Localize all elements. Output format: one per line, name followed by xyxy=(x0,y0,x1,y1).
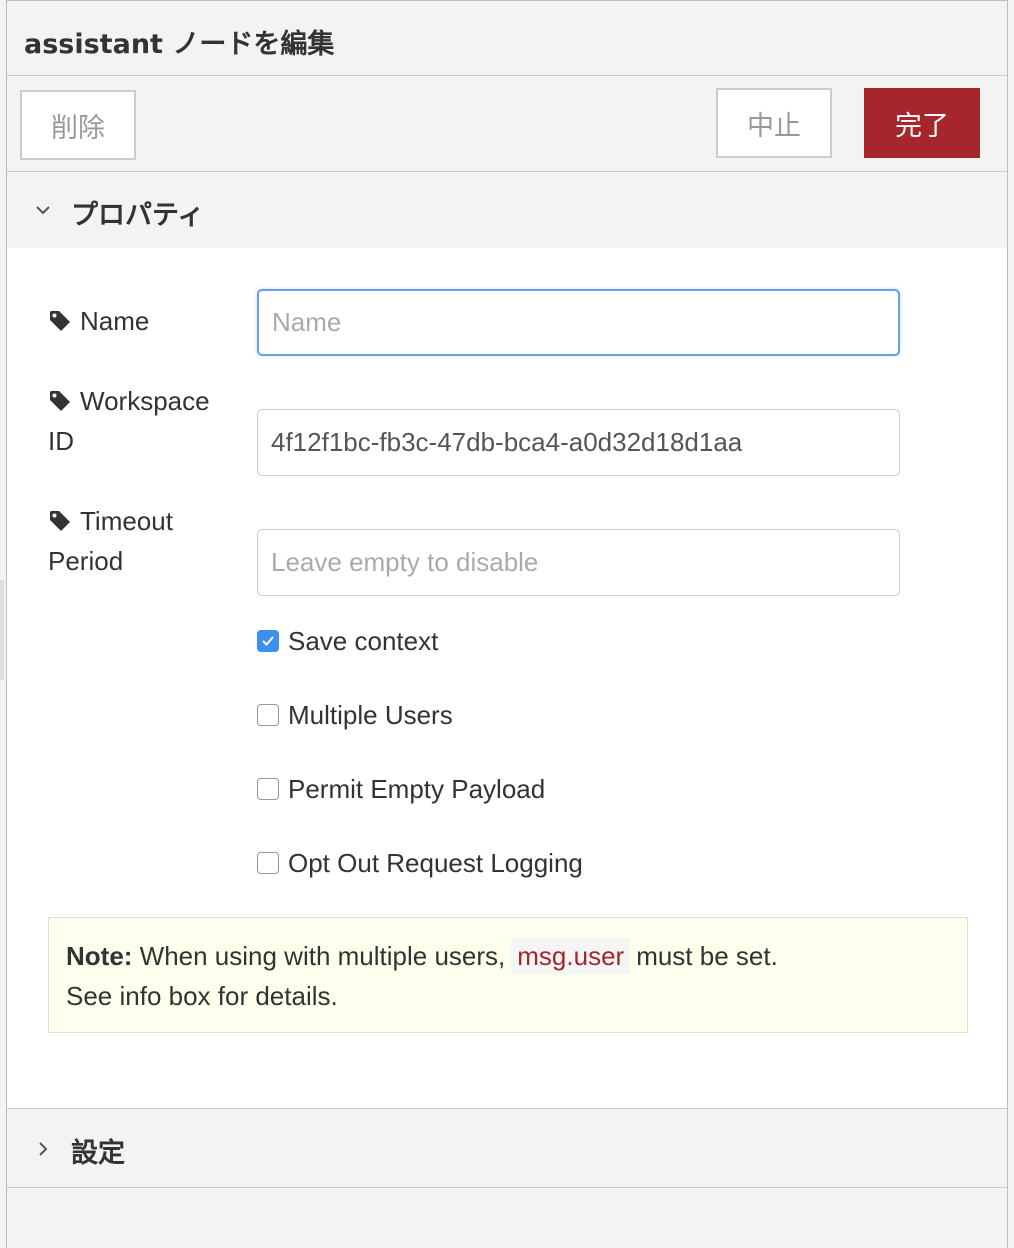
workspace-id-label: Workspace ID xyxy=(48,381,228,461)
timeout-period-label-line1: Timeout xyxy=(80,506,173,536)
save-context-label: Save context xyxy=(288,625,439,656)
settings-section-label: 設定 xyxy=(71,1138,125,1169)
timeout-period-input[interactable] xyxy=(257,529,900,596)
timeout-period-label-line2: Period xyxy=(48,546,124,576)
tray-header: assistant ノードを編集 xyxy=(7,1,1007,76)
note-bold-prefix: Note: xyxy=(66,941,133,971)
name-label-text: Name xyxy=(80,306,150,336)
permit-empty-payload-row[interactable]: Permit Empty Payload xyxy=(257,769,545,809)
save-context-row[interactable]: Save context xyxy=(257,621,438,661)
properties-section-header[interactable]: プロパティ xyxy=(7,172,1007,248)
multiple-users-note: Note: When using with multiple users, msg… xyxy=(48,917,968,1033)
multiple-users-checkbox[interactable] xyxy=(257,704,279,726)
chevron-right-icon xyxy=(39,1142,48,1156)
opt-out-request-logging-row[interactable]: Opt Out Request Logging xyxy=(257,843,583,883)
editor-edge-handle xyxy=(0,580,4,680)
multiple-users-label: Multiple Users xyxy=(288,699,453,730)
workspace-id-label-line1: Workspace xyxy=(80,386,210,416)
name-input[interactable] xyxy=(257,289,900,356)
permit-empty-payload-checkbox[interactable] xyxy=(257,778,279,800)
properties-section-label: プロパティ xyxy=(71,200,205,231)
name-label: Name xyxy=(48,301,228,341)
save-context-checkbox[interactable] xyxy=(257,630,279,652)
delete-button[interactable]: 削除 xyxy=(20,90,136,160)
permit-empty-payload-label: Permit Empty Payload xyxy=(288,773,546,804)
note-text-before: When using with multiple users, xyxy=(132,941,506,971)
opt-out-request-logging-checkbox[interactable] xyxy=(257,852,279,874)
tag-icon xyxy=(50,311,70,331)
chevron-down-icon xyxy=(36,206,50,215)
properties-form: Name Workspace ID Timeout Period xyxy=(7,248,1007,1108)
done-button[interactable]: 完了 xyxy=(864,88,980,158)
note-line2: See info box for details. xyxy=(66,981,338,1011)
timeout-period-label: Timeout Period xyxy=(48,501,228,581)
settings-section-header[interactable]: 設定 xyxy=(7,1108,1007,1188)
multiple-users-row[interactable]: Multiple Users xyxy=(257,695,453,735)
note-code-msg-user: msg.user xyxy=(511,938,631,974)
note-text-after: must be set. xyxy=(636,941,778,971)
workspace-id-input[interactable] xyxy=(257,409,900,476)
tray-title: assistant ノードを編集 xyxy=(24,29,335,60)
tag-icon xyxy=(50,511,70,531)
opt-out-request-logging-label: Opt Out Request Logging xyxy=(288,847,583,878)
tray-toolbar: 削除 中止 完了 xyxy=(7,76,1007,172)
edit-tray: assistant ノードを編集 削除 中止 完了 プロパティ Name Wor… xyxy=(6,0,1008,1248)
cancel-button[interactable]: 中止 xyxy=(716,88,832,158)
workspace-id-label-line2: ID xyxy=(48,426,74,456)
checkmark-icon xyxy=(262,636,274,646)
tag-icon xyxy=(50,391,70,411)
